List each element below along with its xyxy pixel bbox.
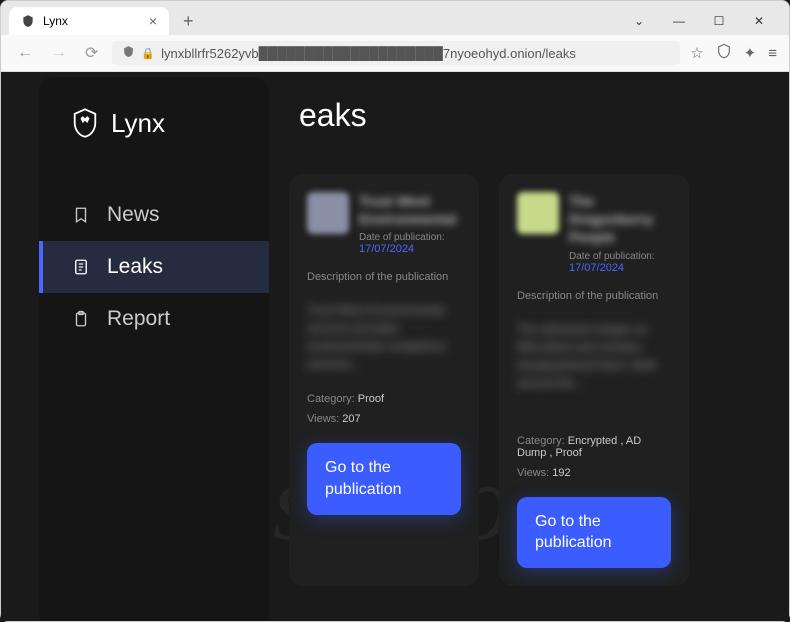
publication-date: 17/07/2024 <box>359 243 461 255</box>
card-thumbnail <box>517 192 559 234</box>
chevron-down-icon[interactable]: ⌄ <box>627 9 651 33</box>
sidebar-item-label: News <box>107 203 160 227</box>
card-title-redacted: Trust West Environmental <box>359 192 461 228</box>
bookmark-icon <box>71 205 91 225</box>
tab-title: Lynx <box>43 14 68 28</box>
document-icon <box>71 257 91 277</box>
sidebar-item-leaks[interactable]: Leaks <box>39 241 269 293</box>
sidebar-item-label: Leaks <box>107 255 163 279</box>
minimize-button[interactable]: — <box>667 9 691 33</box>
views-value: 192 <box>552 467 570 479</box>
views-label: Views: <box>517 467 549 479</box>
leak-card: The Dragonberry People Date of publicati… <box>499 174 689 586</box>
card-title-redacted: The Dragonberry People <box>569 192 671 247</box>
go-to-publication-button[interactable]: Go to the publication <box>307 443 461 514</box>
reload-button[interactable]: ⟳ <box>81 41 102 65</box>
clipboard-icon <box>71 309 91 329</box>
brand: Lynx <box>39 107 269 189</box>
category-label: Category: <box>307 393 355 405</box>
card-thumbnail <box>307 192 349 234</box>
category-label: Category: <box>517 435 565 447</box>
close-window-button[interactable]: ✕ <box>747 9 771 33</box>
browser-tab-active[interactable]: Lynx × <box>9 7 169 35</box>
forward-button[interactable]: → <box>47 42 71 64</box>
lock-icon: 🔒 <box>141 47 155 60</box>
publication-date-label: Date of publication: <box>569 251 671 262</box>
sidebar-item-label: Report <box>107 307 170 331</box>
views-row: Views: 207 <box>307 413 461 425</box>
new-tab-button[interactable]: + <box>177 9 200 34</box>
views-row: Views: 192 <box>517 467 671 479</box>
views-label: Views: <box>307 413 339 425</box>
star-icon[interactable]: ☆ <box>690 44 703 62</box>
browser-toolbar: ← → ⟳ 🔒 lynxbllrfr5262yvb███████████████… <box>1 35 789 72</box>
description-redacted: Trust West Environmental services provid… <box>307 301 461 373</box>
security-badge-icon[interactable] <box>716 43 732 63</box>
views-value: 207 <box>342 413 360 425</box>
category-row: Category: Encrypted , AD Dump , Proof <box>517 435 671 459</box>
shield-icon <box>122 45 135 61</box>
description-label: Description of the publication <box>307 271 461 283</box>
tab-favicon-icon <box>21 14 35 28</box>
sparkle-icon[interactable]: ✦ <box>744 44 757 62</box>
sidebar-item-news[interactable]: News <box>39 189 269 241</box>
leak-card: Trust West Environmental Date of publica… <box>289 174 479 586</box>
maximize-button[interactable]: ☐ <box>707 9 731 33</box>
sidebar: Lynx News Leaks <box>39 77 269 621</box>
description-redacted: The adventure began on Mid-Island and re… <box>517 320 671 415</box>
category-value: Proof <box>358 393 384 405</box>
close-tab-icon[interactable]: × <box>149 13 157 29</box>
lynx-logo-icon <box>71 107 99 139</box>
back-button[interactable]: ← <box>13 42 37 64</box>
url-text: lynxbllrfr5262yvb████████████████████7ny… <box>161 46 670 61</box>
page-title: eaks <box>299 97 769 134</box>
go-to-publication-button[interactable]: Go to the publication <box>517 497 671 568</box>
description-label: Description of the publication <box>517 290 671 302</box>
url-bar[interactable]: 🔒 lynxbllrfr5262yvb████████████████████7… <box>112 41 680 65</box>
brand-name: Lynx <box>111 108 165 139</box>
publication-date-label: Date of publication: <box>359 232 461 243</box>
sidebar-item-report[interactable]: Report <box>39 293 269 345</box>
publication-date: 17/07/2024 <box>569 262 671 274</box>
browser-tab-bar: Lynx × + ⌄ — ☐ ✕ <box>1 1 789 35</box>
menu-icon[interactable]: ≡ <box>768 45 777 62</box>
main-content: eaks Trust West Environmental Date of pu… <box>269 72 789 621</box>
category-row: Category: Proof <box>307 393 461 405</box>
